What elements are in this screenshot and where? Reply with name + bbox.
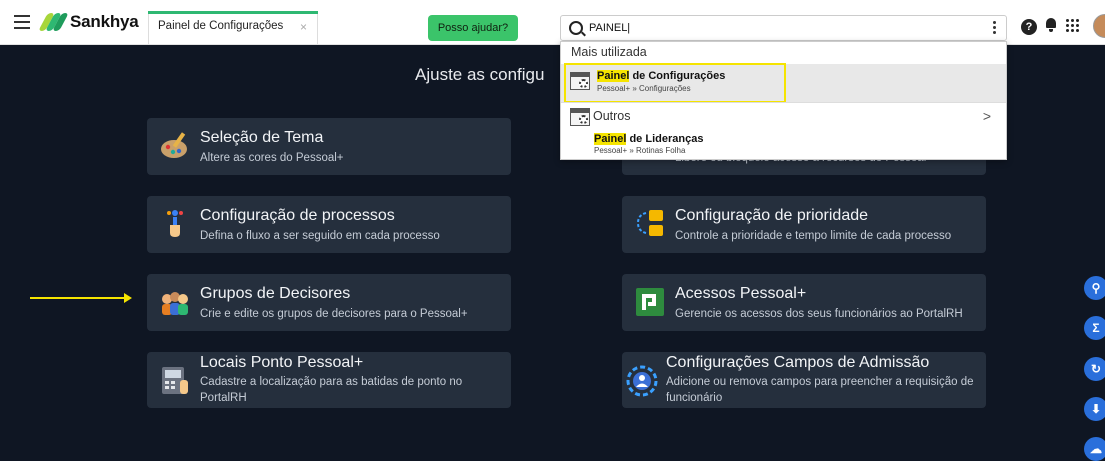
settings-window-icon xyxy=(570,108,590,126)
download-fab-icon[interactable]: ⬇ xyxy=(1084,397,1105,421)
card-locais-ponto[interactable]: Locais Ponto Pessoal+ Cadastre a localiz… xyxy=(147,352,511,408)
result-path: Pessoal+ » Rotinas Folha xyxy=(594,146,686,155)
process-icon xyxy=(167,210,183,237)
tab-painel-configuracoes[interactable]: Painel de Configurações × xyxy=(148,11,318,44)
time-clock-icon xyxy=(162,367,188,394)
card-description: Altere as cores do Pessoal+ xyxy=(200,152,344,164)
section-others-label[interactable]: Outros xyxy=(593,109,631,123)
yellow-arrow-annotation xyxy=(30,293,132,303)
card-campos-admissao[interactable]: Configurações Campos de Admissão Adicion… xyxy=(622,352,986,408)
more-options-icon[interactable] xyxy=(993,21,996,36)
search-icon xyxy=(569,21,583,35)
group-icon xyxy=(162,292,188,315)
card-title: Configuração de processos xyxy=(200,207,395,224)
search-results-dropdown: Mais utilizada Painel de Configurações P… xyxy=(560,41,1007,160)
card-description: Crie e edite os grupos de decisores para… xyxy=(200,308,468,320)
access-icon xyxy=(636,288,664,316)
support-fab-icon[interactable]: ⚲ xyxy=(1084,276,1105,300)
admission-icon xyxy=(626,365,658,397)
sankhya-logo-icon xyxy=(38,12,69,32)
cloud-fab-icon[interactable]: ☁ xyxy=(1084,437,1105,461)
divider xyxy=(561,102,1006,103)
card-title: Configuração de prioridade xyxy=(675,207,869,224)
section-most-used-label: Mais utilizada xyxy=(571,45,647,59)
top-bar: Sankhya Painel de Configurações × Posso … xyxy=(0,0,1105,45)
card-configuracao-prioridade[interactable]: Configuração de prioridade Controle a pr… xyxy=(622,196,986,253)
chevron-right-icon[interactable]: > xyxy=(983,108,991,124)
card-grupos-decisores[interactable]: Grupos de Decisores Crie e edite os grup… xyxy=(147,274,511,331)
card-title: Acessos Pessoal+ xyxy=(675,285,807,302)
page-heading: Ajuste as configu xyxy=(415,65,545,84)
card-description: Controle a prioridade e tempo limite de … xyxy=(675,230,952,242)
palette-icon xyxy=(161,132,187,158)
refresh-fab-icon[interactable]: ↻ xyxy=(1084,357,1105,381)
help-circle-icon[interactable]: ? xyxy=(1021,19,1037,35)
tab-close-icon[interactable]: × xyxy=(300,20,307,34)
card-configuracao-processos[interactable]: Configuração de processos Defina o fluxo… xyxy=(147,196,511,253)
highlight-box-annotation xyxy=(564,63,786,103)
card-selecao-tema[interactable]: Seleção de Tema Altere as cores do Pesso… xyxy=(147,118,511,175)
app-name: Sankhya xyxy=(70,12,139,31)
apps-grid-icon[interactable] xyxy=(1066,19,1080,33)
card-title: Configurações Campos de Admissão xyxy=(666,354,930,371)
card-description: Gerencie os acessos dos seus funcionário… xyxy=(675,308,963,320)
result-title: Painel de Lideranças xyxy=(594,133,704,145)
search-box[interactable] xyxy=(560,15,1007,41)
card-title: Grupos de Decisores xyxy=(200,285,351,302)
card-description: Adicione ou remova campos para preencher… xyxy=(666,376,974,404)
card-description: Cadastre a localização para as batidas d… xyxy=(200,376,463,404)
help-button[interactable]: Posso ajudar? xyxy=(428,15,518,41)
card-title: Locais Ponto Pessoal+ xyxy=(200,354,364,371)
card-acessos-pessoal[interactable]: Acessos Pessoal+ Gerencie os acessos dos… xyxy=(622,274,986,331)
user-avatar[interactable] xyxy=(1093,14,1105,38)
tab-label: Painel de Configurações xyxy=(158,20,284,32)
sigma-fab-icon[interactable]: Σ xyxy=(1084,316,1105,340)
hamburger-menu-icon[interactable] xyxy=(14,15,30,29)
priority-icon xyxy=(636,210,663,236)
notifications-bell-icon[interactable] xyxy=(1045,18,1057,32)
card-description: Defina o fluxo a ser seguido em cada pro… xyxy=(200,230,440,242)
app-logo[interactable]: Sankhya xyxy=(38,11,139,33)
card-title: Seleção de Tema xyxy=(200,129,324,146)
search-input[interactable] xyxy=(589,19,969,37)
